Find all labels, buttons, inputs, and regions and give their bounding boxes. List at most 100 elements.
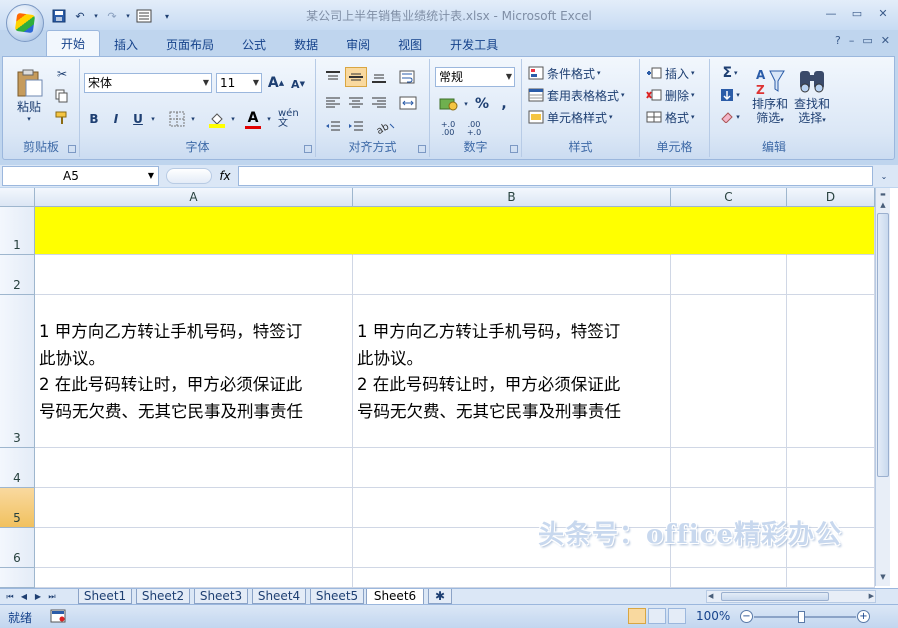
normal-view-icon[interactable] bbox=[628, 608, 646, 624]
cell-c3[interactable] bbox=[671, 295, 787, 448]
increase-decimal-button[interactable]: +.0 .00 bbox=[436, 119, 460, 139]
font-launcher-icon[interactable] bbox=[304, 145, 312, 153]
clipboard-launcher-icon[interactable] bbox=[68, 145, 76, 153]
cell-d1[interactable] bbox=[787, 207, 875, 255]
number-launcher-icon[interactable] bbox=[510, 145, 518, 153]
horizontal-scrollbar[interactable]: ◀ ▶ bbox=[706, 590, 876, 603]
conditional-formatting-button[interactable]: 条件格式 ▾ bbox=[528, 63, 636, 83]
underline-dropdown-icon[interactable]: ▾ bbox=[148, 111, 158, 127]
format-as-table-button[interactable]: 套用表格格式 ▾ bbox=[528, 85, 638, 105]
decrease-indent-icon[interactable] bbox=[322, 117, 344, 137]
find-select-button[interactable]: 查找和 选择▾ bbox=[792, 65, 832, 129]
column-header-c[interactable]: C bbox=[671, 188, 787, 207]
cell-c2[interactable] bbox=[671, 255, 787, 295]
cell-a3[interactable]: 1 甲方向乙方转让手机号码，特签订 此协议。 2 在此号码转让时，甲方必须保证此… bbox=[35, 295, 353, 448]
scroll-right-icon[interactable]: ▶ bbox=[869, 592, 874, 600]
fill-color-dropdown-icon[interactable]: ▾ bbox=[228, 111, 238, 127]
name-box-dropdown-icon[interactable]: ▼ bbox=[148, 171, 154, 180]
cell-a1[interactable] bbox=[35, 207, 353, 255]
formula-input[interactable] bbox=[238, 166, 873, 186]
cell-styles-button[interactable]: 单元格样式 ▾ bbox=[528, 107, 636, 127]
maximize-icon[interactable]: ▭ bbox=[846, 5, 868, 22]
scroll-left-icon[interactable]: ◀ bbox=[708, 592, 713, 600]
doc-close-icon[interactable]: ✕ bbox=[881, 34, 890, 47]
cell-b2[interactable] bbox=[353, 255, 671, 295]
zoom-level[interactable]: 100% bbox=[696, 609, 730, 623]
fill-color-icon[interactable] bbox=[206, 109, 228, 129]
alignment-launcher-icon[interactable] bbox=[418, 145, 426, 153]
borders-icon[interactable] bbox=[166, 109, 188, 129]
font-size-select[interactable]: 11 ▼ bbox=[216, 73, 262, 93]
select-all-corner[interactable] bbox=[0, 188, 35, 207]
scroll-up-icon[interactable]: ▲ bbox=[877, 198, 889, 212]
orientation-icon[interactable]: ab bbox=[370, 117, 400, 137]
vertical-scroll-thumb[interactable] bbox=[877, 213, 889, 477]
autosum-button[interactable]: Σ ▾ bbox=[718, 63, 742, 83]
tab-view[interactable]: 视图 bbox=[384, 34, 436, 56]
close-icon[interactable]: ✕ bbox=[872, 5, 894, 22]
row-header-1[interactable]: 1 bbox=[0, 207, 35, 255]
tab-data[interactable]: 数据 bbox=[280, 34, 332, 56]
sheet-tab-sheet4[interactable]: Sheet4 bbox=[252, 589, 306, 604]
sheet-tab-sheet3[interactable]: Sheet3 bbox=[194, 589, 248, 604]
clear-icon[interactable]: ▾ bbox=[718, 107, 742, 127]
cell-b3[interactable]: 1 甲方向乙方转让手机号码，特签订 此协议。 2 在此号码转让时，甲方必须保证此… bbox=[353, 295, 671, 448]
split-box-icon[interactable]: ▬ bbox=[877, 190, 889, 198]
shrink-font-button[interactable]: A ▼ bbox=[288, 75, 308, 93]
last-sheet-icon[interactable]: ⏭ bbox=[46, 590, 58, 603]
insert-sheet-icon[interactable]: ✱ bbox=[428, 589, 452, 604]
italic-button[interactable]: I bbox=[106, 109, 126, 129]
cell-c1[interactable] bbox=[671, 207, 787, 255]
row-header-6[interactable]: 6 bbox=[0, 528, 35, 568]
paste-button[interactable]: 粘贴 ▾ bbox=[11, 63, 47, 127]
tab-review[interactable]: 审阅 bbox=[332, 34, 384, 56]
scroll-down-icon[interactable]: ▼ bbox=[877, 570, 889, 584]
tab-page-layout[interactable]: 页面布局 bbox=[152, 34, 228, 56]
column-header-b[interactable]: B bbox=[353, 188, 671, 207]
zoom-out-icon[interactable]: − bbox=[740, 610, 753, 623]
expand-formula-bar-icon[interactable]: ⌄ bbox=[876, 168, 892, 184]
cut-icon[interactable]: ✂ bbox=[53, 65, 71, 83]
column-header-d[interactable]: D bbox=[787, 188, 875, 207]
font-color-button[interactable]: A bbox=[242, 109, 264, 129]
wrap-text-icon[interactable] bbox=[396, 67, 418, 87]
next-sheet-icon[interactable]: ▶ bbox=[32, 590, 44, 603]
align-middle-icon[interactable] bbox=[345, 67, 367, 87]
row-header-3[interactable]: 3 bbox=[0, 295, 35, 448]
sort-filter-button[interactable]: AZ 排序和 筛选▾ bbox=[750, 65, 790, 129]
fill-icon[interactable]: ▾ bbox=[718, 85, 742, 105]
cell-d4[interactable] bbox=[787, 448, 875, 488]
format-painter-icon[interactable] bbox=[53, 109, 71, 127]
sheet-tab-sheet6[interactable]: Sheet6 bbox=[366, 589, 424, 605]
cell-d3[interactable] bbox=[787, 295, 875, 448]
minimize-icon[interactable]: — bbox=[820, 5, 842, 22]
delete-cells-button[interactable]: 删除 ▾ bbox=[646, 85, 708, 105]
cell-a7[interactable] bbox=[35, 568, 353, 588]
tab-formulas[interactable]: 公式 bbox=[228, 34, 280, 56]
doc-restore-icon[interactable]: ▭ bbox=[862, 34, 872, 47]
tab-insert[interactable]: 插入 bbox=[100, 34, 152, 56]
borders-dropdown-icon[interactable]: ▾ bbox=[188, 111, 198, 127]
bold-button[interactable]: B bbox=[84, 109, 104, 129]
decrease-decimal-button[interactable]: .00 +.0 bbox=[462, 119, 486, 139]
phonetic-button[interactable]: wén 文 bbox=[278, 107, 306, 131]
sheet-tab-sheet1[interactable]: Sheet1 bbox=[78, 589, 132, 604]
increase-indent-icon[interactable] bbox=[345, 117, 367, 137]
cell-d7[interactable] bbox=[787, 568, 875, 588]
doc-minimize-icon[interactable]: – bbox=[849, 34, 855, 47]
cell-b4[interactable] bbox=[353, 448, 671, 488]
tab-home[interactable]: 开始 bbox=[46, 30, 101, 56]
help-icon[interactable]: ? bbox=[835, 34, 841, 47]
accounting-dropdown-icon[interactable]: ▾ bbox=[462, 97, 470, 111]
cell-d2[interactable] bbox=[787, 255, 875, 295]
font-color-dropdown-icon[interactable]: ▾ bbox=[264, 111, 274, 127]
number-format-select[interactable]: 常规 ▼ bbox=[435, 67, 515, 87]
align-left-icon[interactable] bbox=[322, 93, 344, 113]
grow-font-button[interactable]: A ▲ bbox=[266, 73, 286, 93]
vertical-scrollbar[interactable]: ▬ ▲ ▼ bbox=[875, 188, 890, 586]
column-header-a[interactable]: A bbox=[35, 188, 353, 207]
tab-developer[interactable]: 开发工具 bbox=[436, 34, 512, 56]
align-center-icon[interactable] bbox=[345, 93, 367, 113]
sheet-tab-sheet5[interactable]: Sheet5 bbox=[310, 589, 364, 604]
sheet-tab-sheet2[interactable]: Sheet2 bbox=[136, 589, 190, 604]
